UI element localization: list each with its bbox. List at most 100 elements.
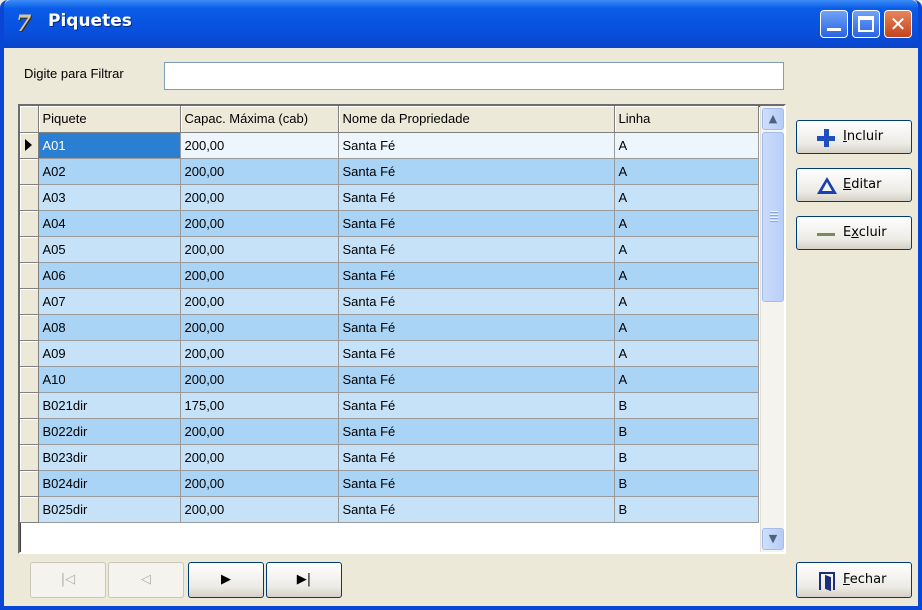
cell-propriedade[interactable]: Santa Fé xyxy=(338,314,615,341)
cell-propriedade[interactable]: Santa Fé xyxy=(338,262,615,289)
cell-capacidade[interactable]: 200,00 xyxy=(180,418,339,445)
cell-linha[interactable]: A xyxy=(614,262,759,289)
row-indicator[interactable] xyxy=(20,314,39,341)
cell-propriedade[interactable]: Santa Fé xyxy=(338,340,615,367)
row-indicator[interactable] xyxy=(20,288,39,315)
cell-capacidade[interactable]: 200,00 xyxy=(180,340,339,367)
table-row[interactable]: A10 200,00 Santa Fé A xyxy=(20,366,759,393)
cell-capacidade[interactable]: 200,00 xyxy=(180,470,339,497)
cell-capacidade[interactable]: 200,00 xyxy=(180,236,339,263)
table-row[interactable]: A02 200,00 Santa Fé A xyxy=(20,158,759,185)
cell-piquete[interactable]: A09 xyxy=(38,340,181,367)
cell-propriedade[interactable]: Santa Fé xyxy=(338,184,615,211)
maximize-button[interactable] xyxy=(852,10,880,38)
first-record-button[interactable]: |◁ xyxy=(30,562,106,598)
cell-linha[interactable]: A xyxy=(614,132,759,159)
row-indicator[interactable] xyxy=(20,392,39,419)
last-record-button[interactable]: ▶| xyxy=(266,562,342,598)
excluir-button[interactable]: Excluir xyxy=(796,216,912,250)
table-row[interactable]: A07 200,00 Santa Fé A xyxy=(20,288,759,315)
cell-capacidade[interactable]: 200,00 xyxy=(180,314,339,341)
table-row[interactable]: A03 200,00 Santa Fé A xyxy=(20,184,759,211)
cell-capacidade[interactable]: 200,00 xyxy=(180,184,339,211)
cell-linha[interactable]: A xyxy=(614,340,759,367)
cell-propriedade[interactable]: Santa Fé xyxy=(338,366,615,393)
cell-propriedade[interactable]: Santa Fé xyxy=(338,470,615,497)
cell-piquete[interactable]: B024dir xyxy=(38,470,181,497)
cell-propriedade[interactable]: Santa Fé xyxy=(338,158,615,185)
scroll-up-button[interactable]: ▲ xyxy=(762,108,784,130)
cell-propriedade[interactable]: Santa Fé xyxy=(338,210,615,237)
editar-button[interactable]: Editar xyxy=(796,168,912,202)
column-header-propriedade[interactable]: Nome da Propriedade xyxy=(338,106,615,133)
cell-linha[interactable]: A xyxy=(614,184,759,211)
cell-propriedade[interactable]: Santa Fé xyxy=(338,444,615,471)
row-indicator[interactable] xyxy=(20,262,39,289)
vertical-scrollbar[interactable]: ▲ ▼ xyxy=(760,106,784,552)
close-window-button[interactable]: ✕ xyxy=(884,10,912,38)
cell-capacidade[interactable]: 200,00 xyxy=(180,132,339,159)
row-indicator[interactable] xyxy=(20,158,39,185)
cell-capacidade[interactable]: 200,00 xyxy=(180,444,339,471)
cell-capacidade[interactable]: 200,00 xyxy=(180,366,339,393)
scroll-thumb[interactable] xyxy=(762,132,784,302)
cell-capacidade[interactable]: 200,00 xyxy=(180,210,339,237)
row-indicator[interactable] xyxy=(20,132,39,159)
table-row[interactable]: B021dir 175,00 Santa Fé B xyxy=(20,392,759,419)
row-indicator[interactable] xyxy=(20,340,39,367)
cell-linha[interactable]: A xyxy=(614,236,759,263)
table-row[interactable]: A05 200,00 Santa Fé A xyxy=(20,236,759,263)
cell-linha[interactable]: B xyxy=(614,418,759,445)
cell-linha[interactable]: B xyxy=(614,496,759,523)
cell-linha[interactable]: A xyxy=(614,288,759,315)
cell-piquete[interactable]: B025dir xyxy=(38,496,181,523)
cell-propriedade[interactable]: Santa Fé xyxy=(338,288,615,315)
cell-linha[interactable]: A xyxy=(614,366,759,393)
cell-linha[interactable]: A xyxy=(614,158,759,185)
cell-linha[interactable]: B xyxy=(614,392,759,419)
table-row[interactable]: B024dir 200,00 Santa Fé B xyxy=(20,470,759,497)
cell-propriedade[interactable]: Santa Fé xyxy=(338,392,615,419)
cell-propriedade[interactable]: Santa Fé xyxy=(338,496,615,523)
piquetes-grid[interactable]: Piquete Capac. Máxima (cab) Nome da Prop… xyxy=(18,104,786,554)
cell-piquete[interactable]: A02 xyxy=(38,158,181,185)
cell-piquete[interactable]: A05 xyxy=(38,236,181,263)
cell-piquete[interactable]: B021dir xyxy=(38,392,181,419)
cell-capacidade[interactable]: 200,00 xyxy=(180,158,339,185)
incluir-button[interactable]: Incluir xyxy=(796,120,912,154)
row-indicator[interactable] xyxy=(20,236,39,263)
previous-record-button[interactable]: ◁ xyxy=(108,562,184,598)
fechar-button[interactable]: Fechar xyxy=(796,562,912,598)
cell-linha[interactable]: A xyxy=(614,210,759,237)
cell-capacidade[interactable]: 200,00 xyxy=(180,262,339,289)
table-row[interactable]: B025dir 200,00 Santa Fé B xyxy=(20,496,759,523)
table-row[interactable]: A04 200,00 Santa Fé A xyxy=(20,210,759,237)
table-row[interactable]: B022dir 200,00 Santa Fé B xyxy=(20,418,759,445)
table-row[interactable]: A06 200,00 Santa Fé A xyxy=(20,262,759,289)
table-row[interactable]: B023dir 200,00 Santa Fé B xyxy=(20,444,759,471)
column-header-piquete[interactable]: Piquete xyxy=(38,106,181,133)
cell-capacidade[interactable]: 200,00 xyxy=(180,288,339,315)
cell-propriedade[interactable]: Santa Fé xyxy=(338,132,615,159)
cell-capacidade[interactable]: 200,00 xyxy=(180,496,339,523)
scroll-down-button[interactable]: ▼ xyxy=(762,528,784,550)
cell-linha[interactable]: B xyxy=(614,470,759,497)
row-indicator[interactable] xyxy=(20,418,39,445)
cell-piquete[interactable]: A08 xyxy=(38,314,181,341)
cell-capacidade[interactable]: 175,00 xyxy=(180,392,339,419)
row-indicator[interactable] xyxy=(20,470,39,497)
minimize-button[interactable] xyxy=(820,10,848,38)
column-header-capacidade[interactable]: Capac. Máxima (cab) xyxy=(180,106,339,133)
column-header-linha[interactable]: Linha xyxy=(614,106,759,133)
row-indicator[interactable] xyxy=(20,210,39,237)
table-row[interactable]: A01 200,00 Santa Fé A xyxy=(20,132,759,159)
row-indicator[interactable] xyxy=(20,366,39,393)
cell-piquete[interactable]: B022dir xyxy=(38,418,181,445)
cell-piquete[interactable]: A06 xyxy=(38,262,181,289)
cell-linha[interactable]: A xyxy=(614,314,759,341)
row-indicator[interactable] xyxy=(20,184,39,211)
cell-piquete[interactable]: A03 xyxy=(38,184,181,211)
cell-piquete[interactable]: A01 xyxy=(38,132,181,159)
title-bar[interactable]: 7 Piquetes ✕ xyxy=(4,0,918,48)
cell-piquete[interactable]: A07 xyxy=(38,288,181,315)
